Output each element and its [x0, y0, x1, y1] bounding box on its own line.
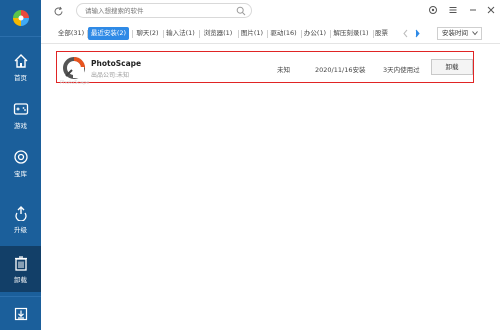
tab-images[interactable]: 图片(1)	[240, 27, 264, 40]
home-icon	[14, 53, 27, 68]
menu-icon[interactable]	[448, 5, 458, 15]
tab-divider	[238, 30, 239, 38]
close-icon[interactable]	[486, 5, 496, 15]
search-box	[76, 3, 252, 18]
tab-divider	[163, 30, 164, 38]
sidebar-item-label: 升级	[14, 225, 27, 234]
gamepad-icon	[13, 102, 28, 115]
category-tabs: 全部(31) 最近安装(2) 聊天(2) 输入法(1) 浏览器(1) 图片(1)…	[41, 27, 500, 41]
sidebar-item-label: 首页	[14, 73, 27, 82]
app-icon-watermark: PhotoScape	[60, 80, 90, 86]
settings-icon[interactable]	[428, 5, 438, 15]
tab-chat[interactable]: 聊天(2)	[134, 27, 161, 40]
treasure-icon	[13, 149, 28, 164]
tab-compression[interactable]: 解压刻录(1)	[332, 27, 370, 40]
sidebar-item-uninstall[interactable]: 卸载	[0, 246, 41, 292]
tab-browser[interactable]: 浏览器(1)	[201, 27, 235, 40]
app-size: 未知	[277, 66, 290, 74]
app-last-used: 3天内使用过	[383, 66, 420, 74]
trash-icon	[14, 255, 27, 271]
app-publisher: 出品公司:未知	[91, 72, 130, 79]
tab-divider	[132, 30, 133, 38]
sidebar-item-home[interactable]: 首页	[0, 44, 41, 90]
app-logo	[0, 0, 41, 36]
tab-recent-install[interactable]: 最近安装(2)	[88, 27, 129, 40]
photoscape-app-icon	[63, 57, 85, 79]
tabs-scroll-right-icon[interactable]	[413, 28, 422, 39]
tab-divider	[199, 30, 200, 38]
sidebar: 首页 游戏 宝库 升级 卸载	[0, 0, 41, 330]
tab-input-method[interactable]: 输入法(1)	[165, 27, 196, 40]
sidebar-divider	[0, 36, 41, 37]
sidebar-item-upgrade[interactable]: 升级	[0, 196, 41, 242]
tab-divider	[373, 30, 374, 38]
tab-divider	[301, 30, 302, 38]
sidebar-item-label: 游戏	[14, 121, 27, 130]
tab-divider	[330, 30, 331, 38]
app-install-date: 2020/11/16安装	[315, 66, 366, 74]
sidebar-item-label: 宝库	[14, 169, 27, 178]
tab-stocks[interactable]: 股票	[375, 27, 393, 40]
top-bar	[41, 0, 500, 24]
download-icon	[14, 307, 27, 320]
chevron-down-icon	[472, 31, 478, 36]
sort-label: 安装时间	[442, 29, 468, 37]
sort-dropdown[interactable]: 安装时间	[437, 27, 482, 40]
download-manager-button[interactable]	[0, 296, 41, 330]
search-input[interactable]	[85, 6, 235, 16]
header-divider	[41, 43, 500, 44]
sidebar-item-games[interactable]: 游戏	[0, 92, 41, 138]
uninstall-button[interactable]: 卸载	[431, 59, 473, 75]
search-icon[interactable]	[236, 6, 246, 16]
logo-icon	[12, 10, 29, 26]
refresh-icon[interactable]	[53, 6, 64, 17]
tabs-scroll-left-icon[interactable]	[401, 28, 410, 39]
app-name: PhotoScape	[91, 59, 142, 68]
tab-office[interactable]: 办公(1)	[303, 27, 327, 40]
tab-divider	[267, 30, 268, 38]
sidebar-item-label: 卸载	[14, 275, 27, 284]
minimize-icon[interactable]	[468, 5, 478, 15]
upgrade-icon	[14, 205, 27, 221]
tab-drivers[interactable]: 驱动(16)	[269, 27, 298, 40]
app-row[interactable]: PhotoScape 出品公司:未知 未知 2020/11/16安装 3天内使用…	[56, 51, 474, 83]
tab-all[interactable]: 全部(31)	[57, 27, 85, 40]
sidebar-item-store[interactable]: 宝库	[0, 140, 41, 186]
